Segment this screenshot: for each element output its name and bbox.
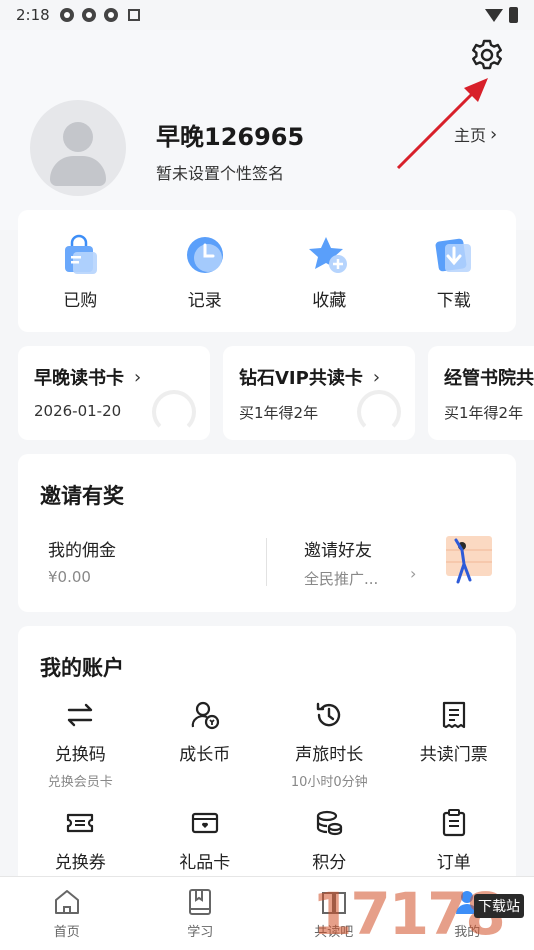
home-icon (54, 890, 79, 914)
ticket-icon (442, 701, 465, 729)
account-item-redeem-code[interactable]: 兑换码 兑换会员卡 (18, 700, 143, 798)
chevron-right-icon: › (134, 366, 142, 388)
history-icon (317, 702, 341, 727)
quick-action-purchased[interactable]: 已购 (18, 210, 143, 332)
username: 早晚126965 (156, 123, 305, 151)
notification-icon (103, 8, 118, 22)
book-icon (189, 889, 212, 915)
membership-card-management[interactable]: 经管书院共 买1年得2年 (428, 346, 534, 440)
growth-coin-icon (191, 701, 219, 730)
chevron-right-icon: › (410, 564, 417, 583)
commission-value: ¥0.00 (48, 568, 91, 586)
download-icon (435, 238, 471, 272)
account-item-growth-coin[interactable]: 成长币 (143, 700, 268, 798)
commission-label[interactable]: 我的佣金 (48, 536, 116, 561)
account-card: 我的账户 兑换码 兑换会员卡 成长币 声旅时长 10小时0分钟 共读门票 兑换券… (18, 626, 516, 886)
account-item-listening-time[interactable]: 声旅时长 10小时0分钟 (267, 700, 392, 798)
invite-illustration-icon[interactable] (440, 532, 496, 588)
tab-home[interactable]: 首页 (0, 877, 134, 950)
quick-action-history[interactable]: 记录 (143, 210, 268, 332)
avatar[interactable] (30, 100, 126, 196)
coupon-icon (67, 813, 94, 833)
clock-icon (186, 237, 223, 273)
settings-gear-icon[interactable] (470, 38, 504, 72)
home-link-label: 主页 (454, 126, 487, 145)
order-icon (442, 809, 465, 837)
gift-card-icon (191, 812, 218, 834)
watermark-badge: 下载站 (474, 894, 524, 918)
notification-icon (59, 8, 74, 22)
app-notification-icon (127, 9, 140, 21)
points-icon (317, 810, 343, 836)
quick-action-favorites[interactable]: 收藏 (267, 210, 392, 332)
status-bar: 2:18 (0, 0, 534, 30)
home-link[interactable]: 主页 › (454, 122, 497, 146)
headphones-icon (357, 390, 401, 434)
invite-friends-sub: 全民推广... (304, 570, 379, 588)
quick-action-download[interactable]: 下载 (392, 210, 517, 332)
account-item-reading-ticket[interactable]: 共读门票 (392, 700, 517, 798)
invite-title: 邀请有奖 (40, 484, 124, 508)
chevron-right-icon: › (372, 366, 381, 388)
star-plus-icon (309, 237, 348, 273)
status-time: 2:18 (16, 6, 50, 24)
tab-study[interactable]: 学习 (134, 877, 268, 950)
invite-card: 邀请有奖 我的佣金 ¥0.00 邀请好友 全民推广... › (18, 454, 516, 612)
invite-friends-label[interactable]: 邀请好友 (304, 536, 372, 561)
account-title: 我的账户 (40, 656, 124, 680)
divider (266, 538, 267, 586)
chevron-right-icon: › (490, 123, 498, 145)
signature[interactable]: 暂未设置个性签名 (156, 160, 284, 184)
quick-actions-card: 已购 记录 收藏 下载 (18, 210, 516, 332)
membership-card-daily[interactable]: 早晚读书卡 › 2026-01-20 (18, 346, 210, 440)
battery-icon (509, 7, 518, 23)
wifi-icon (485, 8, 503, 22)
headphones-icon (152, 390, 196, 434)
notification-icon (81, 8, 96, 22)
shopping-bag-icon (65, 234, 98, 274)
membership-card-diamond-vip[interactable]: 钻石VIP共读卡 › 买1年得2年 (223, 346, 415, 440)
exchange-icon (68, 703, 93, 727)
